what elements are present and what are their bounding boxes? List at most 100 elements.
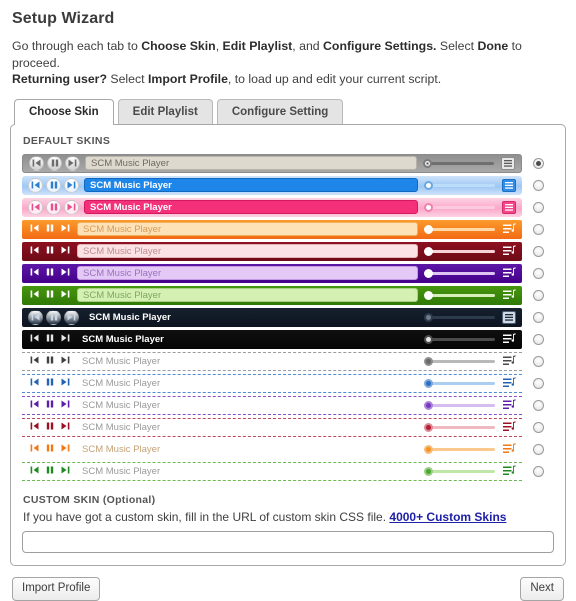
pause-icon[interactable] <box>44 268 56 278</box>
playlist-icon[interactable] <box>501 376 517 390</box>
playlist-icon[interactable] <box>501 464 517 478</box>
skin-row[interactable]: SCM Music Player <box>22 175 554 196</box>
prev-track-icon[interactable] <box>28 400 41 410</box>
skin-radio-purple[interactable] <box>532 267 544 279</box>
skin-row[interactable]: SCM Music Player <box>22 241 554 262</box>
next-track-icon[interactable] <box>59 246 72 256</box>
skin-row[interactable]: SCM Music Player <box>22 197 554 218</box>
import-profile-button[interactable]: Import Profile <box>12 576 101 601</box>
volume-knob[interactable] <box>424 180 433 190</box>
volume-knob[interactable] <box>424 246 433 256</box>
skin-row[interactable]: SCM Music Player <box>22 373 554 394</box>
skin-row[interactable]: SCM Music Player <box>22 263 554 284</box>
prev-track-icon[interactable] <box>28 422 41 432</box>
pause-icon[interactable] <box>44 378 56 388</box>
prev-track-icon[interactable] <box>28 356 41 366</box>
pause-icon[interactable] <box>44 334 56 344</box>
skin-row[interactable]: SCM Music Player <box>22 461 554 482</box>
next-track-icon[interactable] <box>64 309 79 325</box>
skin-radio-light-blue[interactable] <box>532 377 544 389</box>
next-track-icon[interactable] <box>64 199 79 215</box>
volume-slider[interactable] <box>423 245 497 257</box>
skin-radio-blue[interactable] <box>532 179 544 191</box>
volume-slider[interactable] <box>423 311 497 323</box>
next-track-icon[interactable] <box>65 155 80 171</box>
volume-slider[interactable] <box>422 157 496 169</box>
skin-row[interactable]: SCM Music Player <box>22 153 554 174</box>
volume-knob[interactable] <box>424 224 433 234</box>
pause-icon[interactable] <box>44 466 56 476</box>
next-track-icon[interactable] <box>64 177 79 193</box>
volume-slider[interactable] <box>423 465 497 477</box>
pause-icon[interactable] <box>44 444 56 454</box>
skin-radio-light-green[interactable] <box>532 465 544 477</box>
tab-configure-setting[interactable]: Configure Setting <box>216 98 344 124</box>
volume-knob[interactable] <box>424 422 433 432</box>
skin-radio-gray[interactable] <box>532 157 544 169</box>
skin-radio-cell[interactable] <box>522 245 554 257</box>
skin-row[interactable]: SCM Music Player <box>22 351 554 372</box>
skin-row[interactable]: SCM Music Player <box>22 307 554 328</box>
volume-slider[interactable] <box>423 179 497 191</box>
pause-icon[interactable] <box>44 290 56 300</box>
next-track-icon[interactable] <box>59 290 72 300</box>
volume-slider[interactable] <box>423 399 497 411</box>
playlist-icon[interactable] <box>500 156 516 170</box>
skin-radio-cell[interactable] <box>522 333 554 345</box>
skin-radio-cell[interactable] <box>522 377 554 389</box>
volume-slider[interactable] <box>423 289 497 301</box>
prev-track-icon[interactable] <box>28 290 41 300</box>
volume-knob[interactable] <box>424 356 433 366</box>
playlist-icon[interactable] <box>501 398 517 412</box>
custom-skins-link[interactable]: 4000+ Custom Skins <box>389 510 506 524</box>
skin-radio-light-red[interactable] <box>532 421 544 433</box>
volume-knob[interactable] <box>424 290 433 300</box>
playlist-icon[interactable] <box>501 200 517 214</box>
prev-track-icon[interactable] <box>28 444 41 454</box>
skin-radio-light-gray[interactable] <box>532 355 544 367</box>
skin-radio-cell[interactable] <box>522 443 554 455</box>
skin-radio-cell[interactable] <box>522 465 554 477</box>
next-track-icon[interactable] <box>59 268 72 278</box>
skin-radio-cell[interactable] <box>522 355 554 367</box>
prev-track-icon[interactable] <box>28 268 41 278</box>
skin-row[interactable]: SCM Music Player <box>22 285 554 306</box>
playlist-icon[interactable] <box>501 310 517 324</box>
volume-knob[interactable] <box>424 400 433 410</box>
prev-track-icon[interactable] <box>28 466 41 476</box>
pause-icon[interactable] <box>44 422 56 432</box>
next-track-icon[interactable] <box>59 444 72 454</box>
volume-knob[interactable] <box>424 466 433 476</box>
volume-knob[interactable] <box>424 202 433 212</box>
skin-radio-cell[interactable] <box>522 399 554 411</box>
skin-radio-light-orange[interactable] <box>532 443 544 455</box>
volume-slider[interactable] <box>423 443 497 455</box>
playlist-icon[interactable] <box>501 178 517 192</box>
volume-knob[interactable] <box>424 268 433 278</box>
skin-radio-navy[interactable] <box>532 311 544 323</box>
skin-radio-cell[interactable] <box>522 223 554 235</box>
pause-icon[interactable] <box>44 356 56 366</box>
playlist-icon[interactable] <box>501 420 517 434</box>
prev-track-icon[interactable] <box>28 334 41 344</box>
volume-slider[interactable] <box>423 421 497 433</box>
skin-row[interactable]: SCM Music Player <box>22 417 554 438</box>
volume-slider[interactable] <box>423 377 497 389</box>
playlist-icon[interactable] <box>501 266 517 280</box>
custom-skin-url-input[interactable] <box>22 530 554 553</box>
tab-edit-playlist[interactable]: Edit Playlist <box>117 98 213 124</box>
playlist-icon[interactable] <box>501 244 517 258</box>
pause-icon[interactable] <box>46 199 61 215</box>
pause-icon[interactable] <box>44 224 56 234</box>
skin-radio-pink[interactable] <box>532 201 544 213</box>
skin-row[interactable]: SCM Music Player <box>22 219 554 240</box>
next-track-icon[interactable] <box>59 224 72 234</box>
pause-icon[interactable] <box>47 155 62 171</box>
skin-radio-cell[interactable] <box>522 201 554 213</box>
next-track-icon[interactable] <box>59 356 72 366</box>
volume-knob[interactable] <box>424 444 433 454</box>
skin-row[interactable]: SCM Music Player <box>22 395 554 416</box>
pause-icon[interactable] <box>46 309 61 325</box>
skin-radio-light-purple[interactable] <box>532 399 544 411</box>
playlist-icon[interactable] <box>501 332 517 346</box>
